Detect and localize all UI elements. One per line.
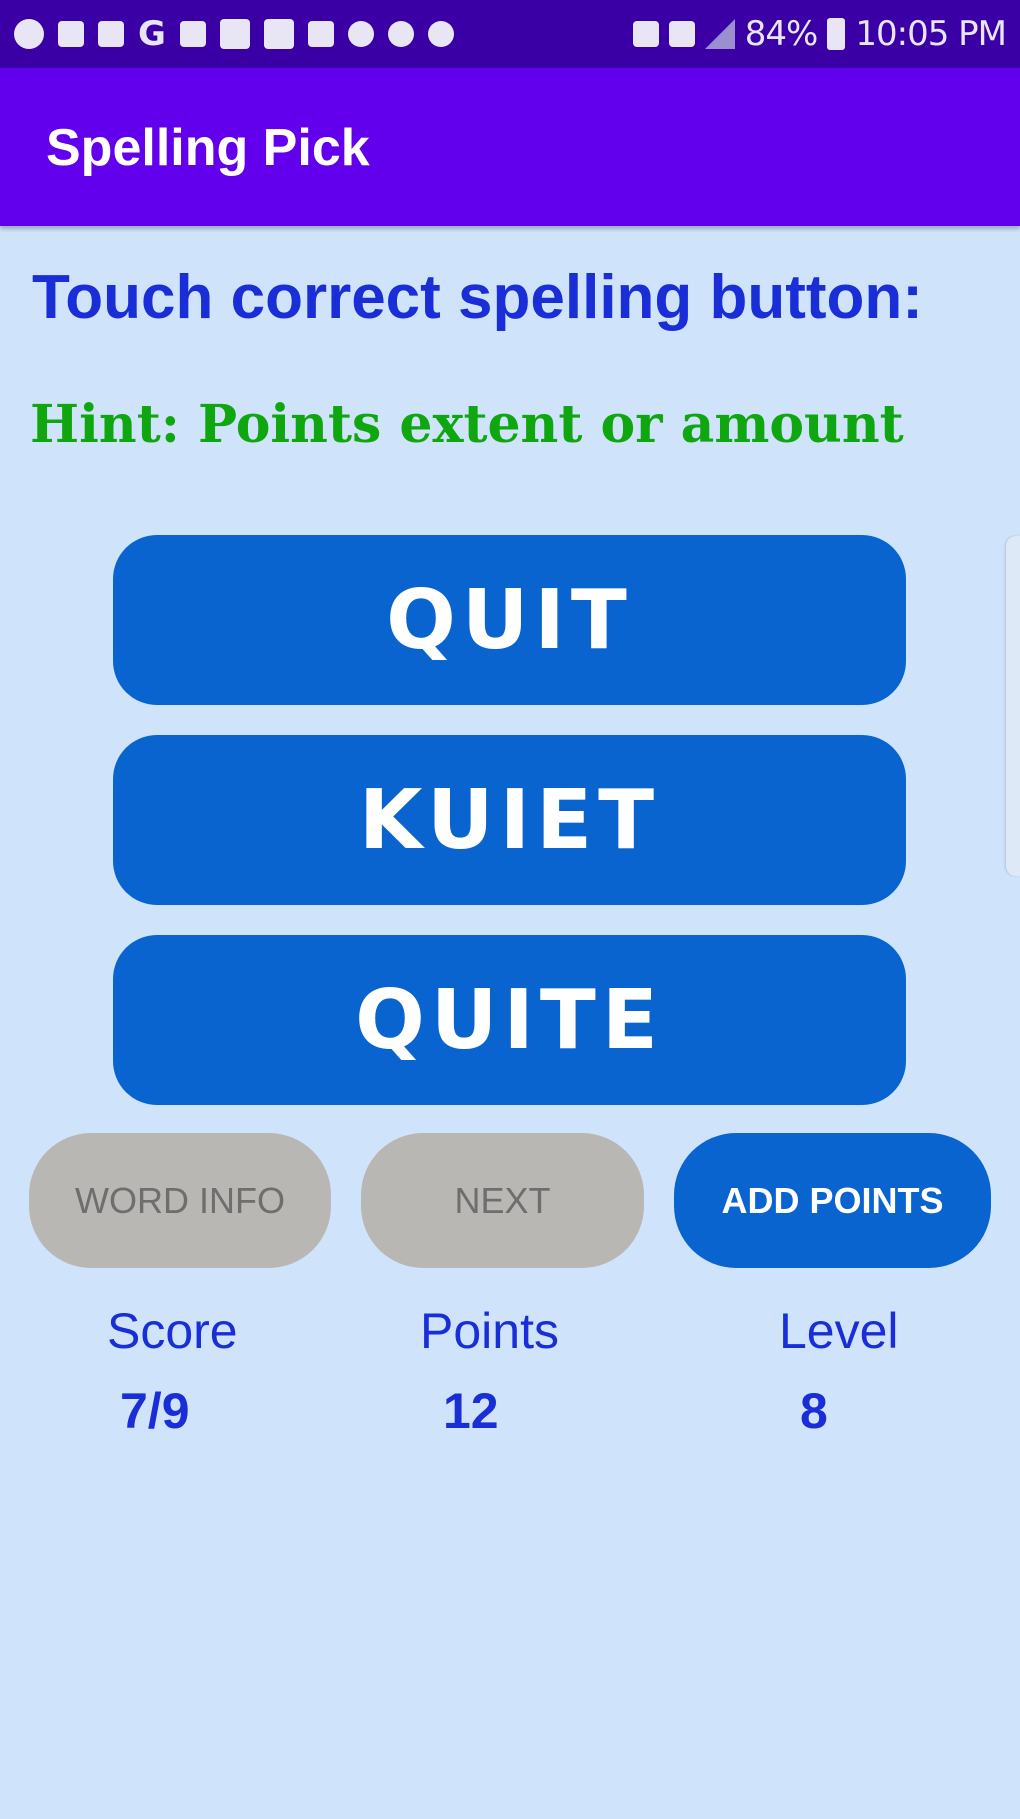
voicemail-icon: [98, 21, 124, 47]
mute-icon: [668, 21, 695, 47]
choice-button-quite[interactable]: QUITE: [113, 935, 906, 1105]
status-bar: G 84% 10:05 PM: [0, 0, 1020, 68]
signal-icon: [704, 19, 735, 49]
points-value: 12: [443, 1383, 499, 1439]
score-label: Score: [107, 1303, 238, 1359]
flipboard-icon: [263, 19, 294, 49]
cloud-icon: [347, 21, 374, 47]
battery-icon: [827, 18, 846, 50]
edge-panel-handle[interactable]: [1006, 536, 1020, 876]
choice-button-kuiet[interactable]: KUIET: [113, 735, 906, 905]
next-button[interactable]: NEXT: [361, 1133, 644, 1268]
add-points-button[interactable]: ADD POINTS: [674, 1133, 991, 1268]
hint-text: Hint: Points extent or amount: [30, 394, 904, 455]
google-icon: G: [138, 14, 166, 54]
notification-icon: [14, 19, 44, 49]
calendar-icon: [307, 21, 334, 47]
word-info-button[interactable]: WORD INFO: [29, 1133, 331, 1268]
status-time: 10:05 PM: [855, 14, 1007, 54]
clipboard-icon: [58, 21, 84, 47]
app-title: Spelling Pick: [46, 119, 370, 177]
status-right-icons: 84% 10:05 PM: [632, 14, 1007, 54]
image-icon: [219, 19, 250, 49]
level-label: Level: [779, 1303, 899, 1359]
battery-percent: 84%: [744, 14, 819, 54]
instruction-text: Touch correct spelling button:: [32, 263, 923, 332]
account-icon: [179, 21, 206, 47]
choice-button-quit[interactable]: QUIT: [113, 535, 906, 705]
wifi-shield-icon: [387, 21, 414, 47]
points-label: Points: [420, 1303, 559, 1359]
vpn-shield-icon: [427, 21, 454, 47]
app-bar: Spelling Pick: [0, 68, 1020, 226]
nfc-icon: [632, 21, 659, 47]
level-value: 8: [800, 1383, 828, 1439]
status-left-icons: G: [14, 17, 454, 51]
score-value: 7/9: [120, 1383, 190, 1439]
